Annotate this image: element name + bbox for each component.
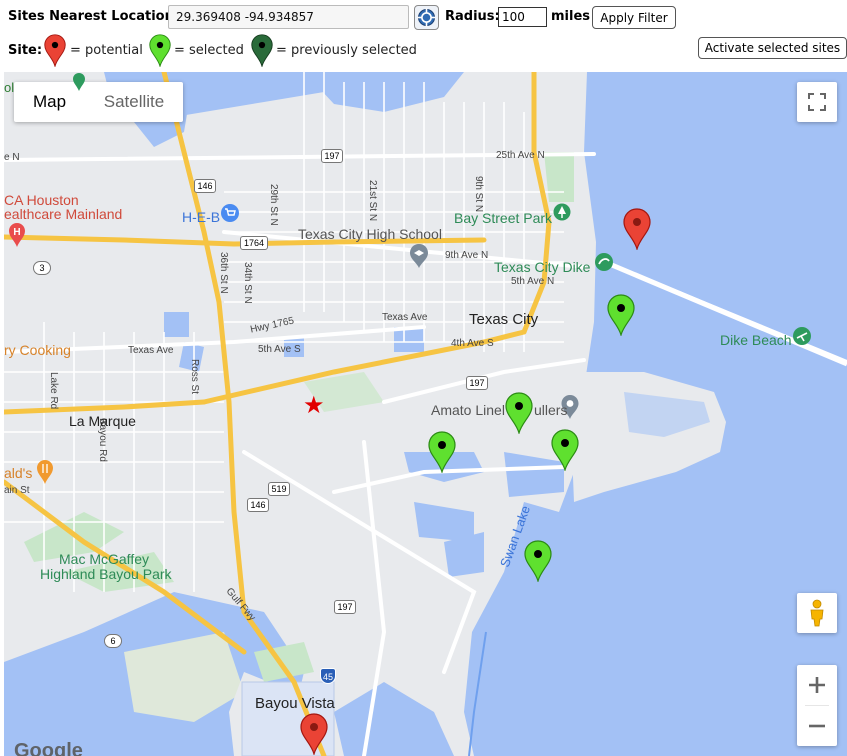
legend-previously-selected-text: = previously selected xyxy=(276,43,417,58)
shopping-cart-icon xyxy=(221,204,239,222)
hospital-icon: H xyxy=(9,223,25,247)
zoom-in-button[interactable] xyxy=(797,665,837,705)
location-input[interactable] xyxy=(168,5,409,29)
label-mcdonalds: ald's xyxy=(4,465,33,481)
crosshair-icon xyxy=(417,8,436,27)
legend-potential-text: = potential xyxy=(70,43,143,58)
google-logo: Google xyxy=(14,740,83,756)
site-marker-selected[interactable] xyxy=(505,392,533,434)
map[interactable]: Map Satellite H 197 146 1764 3 197 519 1… xyxy=(4,72,847,756)
label-25th-ave-n: 25th Ave N xyxy=(496,150,545,161)
previously-selected-marker-icon xyxy=(251,34,273,67)
fullscreen-icon xyxy=(808,93,826,111)
label-ol: ol xyxy=(4,80,15,95)
label-21st-st-n: 21st St N xyxy=(367,180,378,222)
label-amato: Amato Linel xyxy=(431,402,505,418)
label-ave-n-left: e N xyxy=(4,152,20,163)
route-146-shield: 146 xyxy=(194,179,216,193)
label-heb: H-E-B xyxy=(182,209,221,225)
restaurant-icon xyxy=(37,460,53,484)
label-texas-city-dike: Texas City Dike xyxy=(494,259,591,275)
label-5th-ave-n: 5th Ave N xyxy=(511,276,555,287)
label-29th-st-n: 29th St N xyxy=(268,184,279,226)
route-197-shield: 197 xyxy=(321,149,343,163)
route-519-shield: 519 xyxy=(268,482,290,496)
label-36th-st-n: 36th St N xyxy=(218,252,229,294)
school-icon xyxy=(410,244,428,268)
label-ullers: ullers xyxy=(534,402,568,418)
search-location-star-icon: ★ xyxy=(303,391,325,419)
site-marker-potential[interactable] xyxy=(300,713,328,755)
route-146-shield-2: 146 xyxy=(247,498,269,512)
zoom-out-button[interactable] xyxy=(797,706,837,746)
park-icon xyxy=(553,203,571,221)
label-9th-ave-n: 9th Ave N xyxy=(445,250,489,261)
map-type-control: Map Satellite xyxy=(14,82,183,122)
beach-icon xyxy=(793,327,811,345)
svg-text:H: H xyxy=(13,227,20,238)
label-9th-st-n: 9th St N xyxy=(473,176,484,213)
label-texas-city: Texas City xyxy=(469,311,539,328)
map-type-satellite-button[interactable]: Satellite xyxy=(85,82,183,122)
label-ross-st: Ross St xyxy=(189,359,200,395)
label-5th-ave-s: 5th Ave S xyxy=(258,344,301,355)
radius-label: Radius: xyxy=(445,9,500,24)
site-marker-selected[interactable] xyxy=(607,294,635,336)
label-main-st: ain St xyxy=(4,485,30,496)
pegman-icon xyxy=(810,599,824,627)
label-mac-mcgaffey-1: Mac McGaffey xyxy=(59,551,149,567)
apply-filter-button[interactable]: Apply Filter xyxy=(592,6,676,29)
activate-selected-sites-button[interactable]: Activate selected sites xyxy=(698,37,847,59)
potential-marker-icon xyxy=(44,34,66,67)
site-marker-selected[interactable] xyxy=(428,431,456,473)
site-marker-selected[interactable] xyxy=(551,429,579,471)
route-197-shield-3: 197 xyxy=(334,600,356,614)
label-mac-mcgaffey-2: Highland Bayou Park xyxy=(40,566,172,582)
location-label: Sites Nearest Location: xyxy=(8,9,180,24)
locate-button[interactable] xyxy=(414,5,439,30)
label-texas-city-high-school: Texas City High School xyxy=(298,226,442,242)
label-bay-street-park: Bay Street Park xyxy=(454,210,553,226)
label-chca-2: ealthcare Mainland xyxy=(4,206,123,222)
label-cooking: ry Cooking xyxy=(4,342,71,358)
street-view-button[interactable] xyxy=(797,593,837,633)
site-marker-potential[interactable] xyxy=(623,208,651,250)
label-34th-st-n: 34th St N xyxy=(242,262,253,304)
label-texas-ave-west: Texas Ave xyxy=(128,345,174,356)
label-dike-beach: Dike Beach xyxy=(720,332,792,348)
legend-selected-text: = selected xyxy=(174,43,244,58)
label-4th-ave-s: 4th Ave S xyxy=(451,338,494,349)
selected-marker-icon xyxy=(149,34,171,67)
miles-label: miles xyxy=(551,9,591,24)
interstate-45-shield: 45 xyxy=(320,668,336,684)
route-197-shield-2: 197 xyxy=(466,376,488,390)
filter-bar: Sites Nearest Location: Radius: miles Ap… xyxy=(0,0,847,36)
label-lake-rd: Lake Rd xyxy=(48,372,59,410)
route-3-shield: 3 xyxy=(33,261,51,275)
label-la-marque: La Marque xyxy=(69,413,136,429)
legend-site-label: Site: xyxy=(8,43,43,58)
label-bayou-vista: Bayou Vista xyxy=(255,695,335,712)
route-1764-shield: 1764 xyxy=(240,236,268,250)
park-marker-top-icon xyxy=(73,73,85,91)
radius-input[interactable] xyxy=(498,7,547,27)
fullscreen-button[interactable] xyxy=(797,82,837,122)
label-texas-ave: Texas Ave xyxy=(382,312,428,323)
route-6-shield: 6 xyxy=(104,634,122,648)
site-marker-selected[interactable] xyxy=(524,540,552,582)
fishing-icon xyxy=(595,253,613,271)
